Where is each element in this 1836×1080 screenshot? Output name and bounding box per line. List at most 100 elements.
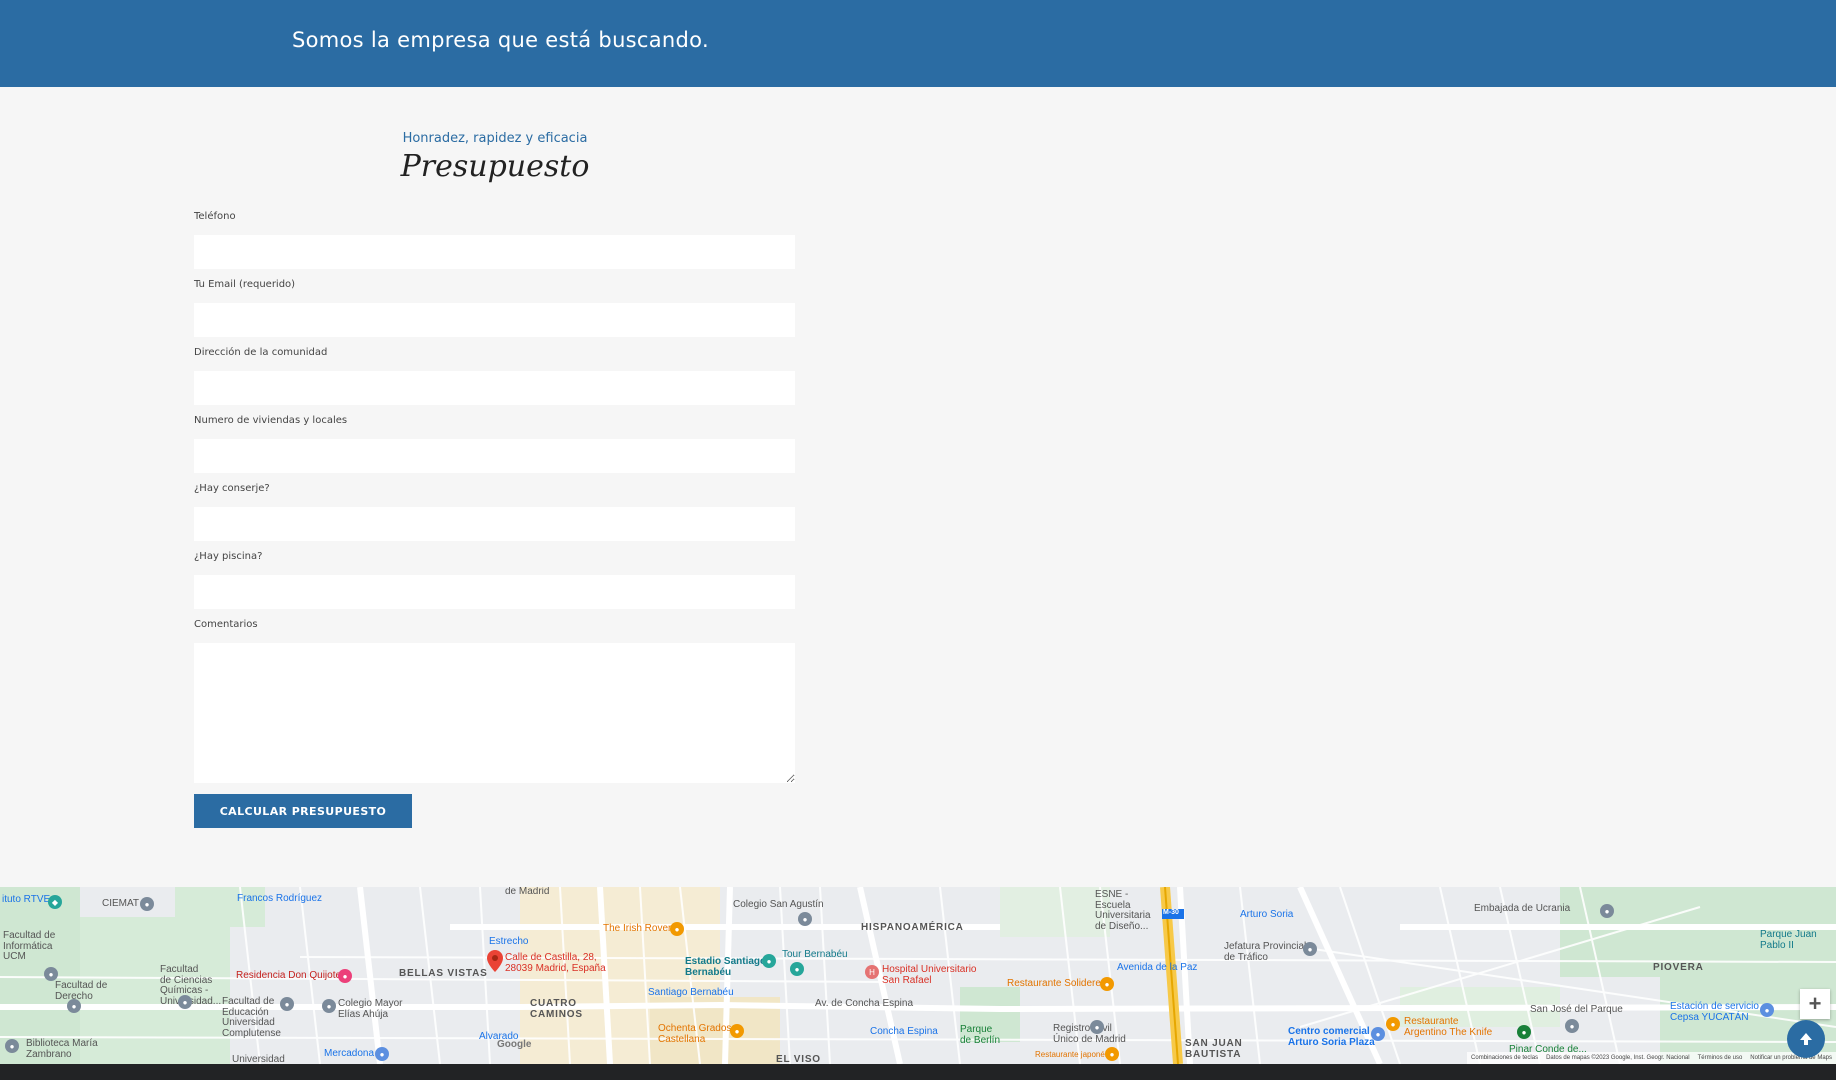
map-label-parque-berlin: Parque de Berlín (960, 1024, 1001, 1046)
pool-input[interactable] (194, 575, 795, 609)
map-label-universidad: Universidad (232, 1054, 285, 1064)
map-zoom-in-button[interactable]: + (1800, 989, 1830, 1019)
map-label-estadio: Estadio Santiago Bernabéu (685, 956, 767, 978)
map-label-fac-educacion: Facultad de Educación Universidad Complu… (222, 996, 281, 1039)
phone-field-group: Teléfono (194, 211, 796, 269)
calculate-budget-button[interactable]: CALCULAR PRESUPUESTO (194, 794, 412, 828)
poi-icon: ● (67, 999, 81, 1013)
poi-icon: ● (44, 967, 58, 981)
map-label-tour-bernabeu: Tour Bernabéu (782, 949, 848, 960)
poi-icon: ● (1600, 904, 1614, 918)
map-label-ochenta-grados: Ochenta Grados Castellana (658, 1023, 732, 1045)
address-input[interactable] (194, 371, 795, 405)
hotel-icon: ● (338, 969, 352, 983)
poi-icon: ● (280, 997, 294, 1011)
park-icon: ● (1517, 1025, 1531, 1039)
poi-icon: ● (5, 1039, 19, 1053)
map[interactable]: ituto RTVE CIEMAT Francos Rodríguez Facu… (0, 887, 1836, 1064)
poi-icon: ● (322, 999, 336, 1013)
map-label-colegio-mayor: Colegio Mayor Elías Ahúja (338, 998, 403, 1020)
top-banner: Somos la empresa que está buscando. (0, 0, 1836, 87)
map-label-colegio-san-agustin: Colegio San Agustín (733, 899, 824, 910)
map-label-residencia: Residencia Don Quijote (236, 970, 342, 981)
map-footer: Combinaciones de teclas Datos de mapas ©… (1467, 1052, 1836, 1064)
map-terms-link[interactable]: Términos de uso (1698, 1055, 1743, 1061)
map-label-hispanoamerica: HISPANOAMÉRICA (861, 922, 964, 933)
map-label-jefatura: Jefatura Provincial de Tráfico (1224, 941, 1307, 963)
map-label-centro-comercial: Centro comercial Arturo Soria Plaza (1288, 1026, 1375, 1048)
units-input[interactable] (194, 439, 795, 473)
units-label: Numero de viviendas y locales (194, 415, 348, 426)
email-label: Tu Email (requerido) (194, 279, 296, 290)
map-label-san-jose-parque: San José del Parque (1530, 1004, 1623, 1015)
email-input[interactable] (194, 303, 795, 337)
stadium-icon: ● (762, 954, 776, 968)
map-label-estacion-servicio: Estación de servicio Cepsa YUCATÁN (1670, 1001, 1759, 1023)
phone-label: Teléfono (194, 211, 236, 222)
map-label-arturo-soria: Arturo Soria (1240, 909, 1294, 920)
concierge-input[interactable] (194, 507, 795, 541)
hospital-icon: H (865, 965, 879, 979)
comments-textarea[interactable] (194, 643, 795, 783)
form-subtitle: Honradez, rapidez y eficacia (402, 131, 588, 146)
map-label-irish-rover: The Irish Rover (603, 923, 672, 934)
arrow-up-icon (1800, 1033, 1812, 1045)
shop-icon: ● (375, 1047, 389, 1061)
map-label-fac-derecho: Facultad de Derecho (55, 980, 108, 1002)
map-label-de-madrid: de Madrid (505, 887, 550, 897)
poi-icon: ● (1303, 942, 1317, 956)
map-label-rest-argentino: Restaurante Argentino The Knife (1404, 1016, 1493, 1038)
concierge-field-group: ¿Hay conserje? (194, 483, 796, 541)
poi-icon: ◆ (48, 895, 62, 909)
map-pin-icon[interactable] (487, 950, 503, 972)
banner-tagline: Somos la empresa que está buscando. (292, 28, 709, 52)
form-title: Presupuesto (400, 149, 590, 184)
map-report-link[interactable]: Notificar un problema de Maps (1750, 1055, 1832, 1061)
poi-icon: ● (140, 897, 154, 911)
restaurant-icon: ● (1100, 977, 1114, 991)
map-label-hospital: Hospital Universitario San Rafael (882, 964, 977, 986)
poi-icon: ● (1090, 1020, 1104, 1034)
restaurant-icon: ● (1386, 1017, 1400, 1031)
map-label-m30: M-30 (1163, 909, 1179, 916)
restaurant-icon: ● (730, 1024, 744, 1038)
units-field-group: Numero de viviendas y locales (194, 415, 796, 473)
map-label-biblioteca: Biblioteca María Zambrano (26, 1038, 98, 1060)
gas-station-icon: ● (1760, 1003, 1774, 1017)
map-label-av-concha-espina: Av. de Concha Espina (815, 998, 914, 1009)
map-label-rtve: ituto RTVE (2, 894, 51, 905)
scroll-top-button[interactable] (1787, 1020, 1825, 1058)
page-footer-bar (0, 1064, 1836, 1080)
google-logo: Google (497, 1039, 532, 1050)
poi-icon: ● (790, 962, 804, 976)
shop-icon: ● (1371, 1027, 1385, 1041)
poi-icon: ● (798, 912, 812, 926)
map-label-santiago-bernabeu: Santiago Bernabéu (648, 987, 734, 998)
phone-input[interactable] (194, 235, 795, 269)
restaurant-icon: ● (1105, 1047, 1119, 1061)
map-label-mercadona: Mercadona (324, 1048, 375, 1059)
poi-icon: ● (178, 995, 192, 1009)
comments-field-group: Comentarios (194, 619, 796, 783)
map-label-fac-informatica: Facultad de Informática UCM (3, 930, 56, 962)
pool-label: ¿Hay piscina? (194, 551, 263, 562)
restaurant-icon: ● (670, 922, 684, 936)
map-label-el-viso: EL VISO (776, 1054, 821, 1064)
map-shortcuts-link[interactable]: Combinaciones de teclas (1471, 1055, 1538, 1061)
map-label-parque-juan-pablo: Parque Juan Pablo II (1760, 929, 1817, 951)
map-label-bellas-vistas: BELLAS VISTAS (399, 968, 488, 979)
comments-label: Comentarios (194, 619, 258, 630)
map-label-estrecho: Estrecho (489, 936, 529, 947)
map-label-embajada: Embajada de Ucrania (1474, 903, 1571, 914)
map-data-attribution: Datos de mapas ©2023 Google, Inst. Geogr… (1546, 1055, 1690, 1061)
map-label-san-juan-bautista: SAN JUAN BAUTISTA (1185, 1038, 1243, 1060)
email-field-group: Tu Email (requerido) (194, 279, 796, 337)
address-label: Dirección de la comunidad (194, 347, 328, 358)
map-label-piovera: PIOVERA (1653, 962, 1704, 973)
pool-field-group: ¿Hay piscina? (194, 551, 796, 609)
map-label-francos: Francos Rodríguez (237, 893, 323, 904)
map-label-esne: ESNE - Escuela Universitaria de Diseño..… (1095, 889, 1151, 932)
map-label-concha-espina: Concha Espina (870, 1026, 938, 1037)
poi-icon: ● (1565, 1019, 1579, 1033)
map-marker-address: Calle de Castilla, 28, 28039 Madrid, Esp… (505, 952, 606, 974)
